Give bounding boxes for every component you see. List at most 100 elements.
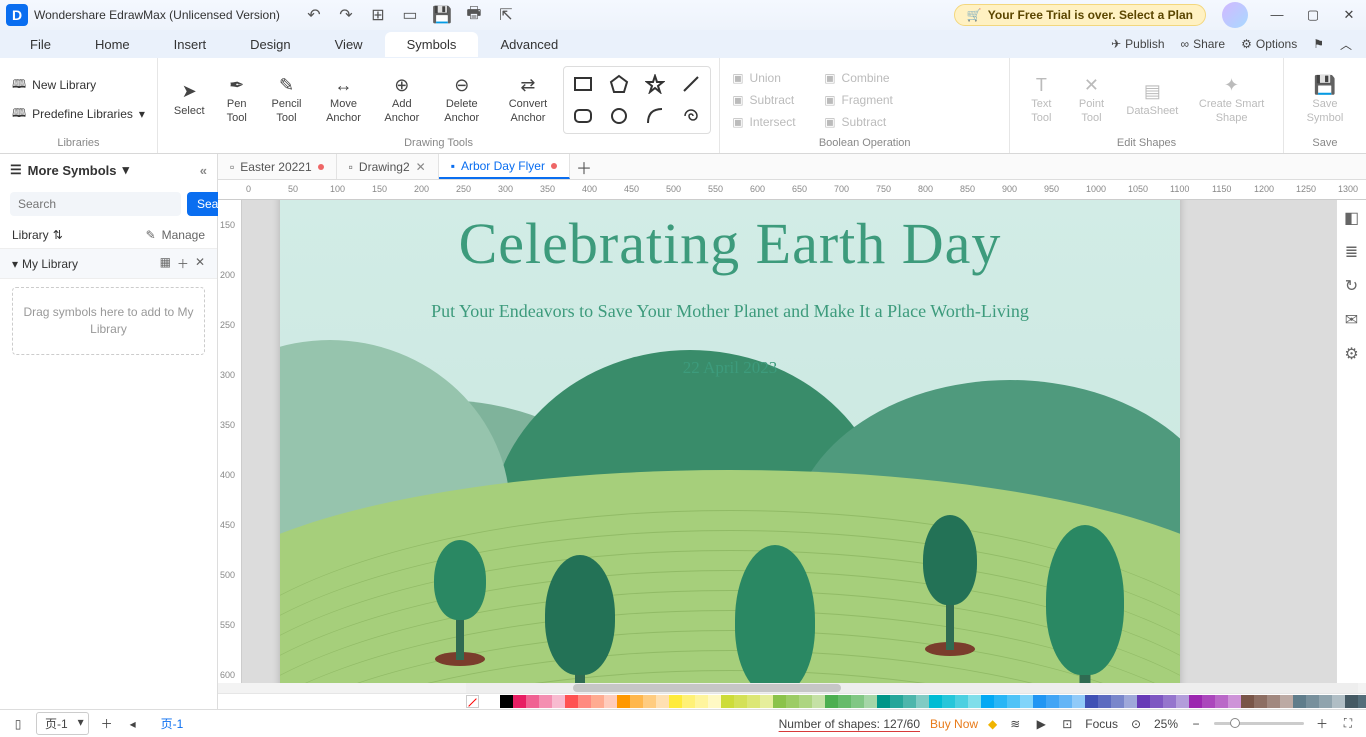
- edit-icon[interactable]: ✎: [146, 228, 156, 242]
- zoom-thumb[interactable]: [1230, 718, 1240, 728]
- page-selector[interactable]: 页-1 ▾: [36, 712, 89, 735]
- color-swatch[interactable]: [903, 695, 916, 708]
- delete-anchor-tool[interactable]: ⊖Delete Anchor: [431, 72, 493, 126]
- scrollbar-thumb[interactable]: [573, 684, 841, 692]
- color-swatch[interactable]: [916, 695, 929, 708]
- collapse-panel-button[interactable]: «: [200, 163, 207, 178]
- fullscreen-button[interactable]: ⛶: [1340, 716, 1356, 732]
- point-tool[interactable]: ✕Point Tool: [1067, 72, 1117, 126]
- color-swatch[interactable]: [487, 695, 500, 708]
- buy-now-link[interactable]: Buy Now: [930, 717, 978, 731]
- color-swatch[interactable]: [981, 695, 994, 708]
- color-swatch[interactable]: [864, 695, 877, 708]
- color-swatch[interactable]: [1124, 695, 1137, 708]
- color-swatch[interactable]: [1111, 695, 1124, 708]
- avatar-button[interactable]: [1222, 2, 1248, 28]
- publish-button[interactable]: ✈Publish: [1105, 37, 1170, 51]
- color-swatch[interactable]: [1215, 695, 1228, 708]
- color-swatch[interactable]: [1150, 695, 1163, 708]
- color-swatch[interactable]: [786, 695, 799, 708]
- maximize-button[interactable]: ▢: [1302, 7, 1324, 23]
- zoom-slider[interactable]: [1214, 722, 1304, 725]
- fit-button[interactable]: ⊙: [1128, 716, 1144, 732]
- layers-toggle[interactable]: ≋: [1007, 716, 1023, 732]
- horizontal-scrollbar[interactable]: [466, 683, 1358, 693]
- color-swatch[interactable]: [734, 695, 747, 708]
- color-swatch[interactable]: [825, 695, 838, 708]
- shape-circle[interactable]: [602, 101, 636, 131]
- color-swatch[interactable]: [1059, 695, 1072, 708]
- color-swatch[interactable]: [1085, 695, 1098, 708]
- menu-file[interactable]: File: [8, 32, 73, 57]
- select-tool[interactable]: ➤Select: [166, 79, 213, 120]
- move-anchor-tool[interactable]: ↔Move Anchor: [314, 72, 373, 126]
- color-swatch[interactable]: [500, 695, 513, 708]
- color-swatch[interactable]: [526, 695, 539, 708]
- color-swatch[interactable]: [630, 695, 643, 708]
- color-swatch[interactable]: [1306, 695, 1319, 708]
- color-swatch[interactable]: [877, 695, 890, 708]
- color-swatch[interactable]: [955, 695, 968, 708]
- sort-icon[interactable]: ⇅: [53, 228, 63, 242]
- minimize-button[interactable]: —: [1266, 7, 1288, 23]
- shape-line[interactable]: [674, 69, 708, 99]
- save-symbol-button[interactable]: 💾Save Symbol: [1292, 72, 1358, 126]
- intersect-button[interactable]: ▣Intersect: [728, 113, 818, 131]
- close-button[interactable]: ✕: [1338, 7, 1360, 23]
- color-swatch[interactable]: [1228, 695, 1241, 708]
- color-swatch[interactable]: [1202, 695, 1215, 708]
- text-tool[interactable]: TText Tool: [1018, 72, 1064, 126]
- color-swatch[interactable]: [1254, 695, 1267, 708]
- trial-banner[interactable]: 🛒 Your Free Trial is over. Select a Plan: [954, 4, 1206, 26]
- color-swatch[interactable]: [1267, 695, 1280, 708]
- color-swatch[interactable]: [604, 695, 617, 708]
- menu-symbols[interactable]: Symbols: [385, 32, 479, 57]
- color-swatch[interactable]: [1189, 695, 1202, 708]
- union-button[interactable]: ▣Union: [728, 69, 818, 87]
- shape-rect[interactable]: [566, 69, 600, 99]
- color-swatch[interactable]: [1345, 695, 1358, 708]
- menu-home[interactable]: Home: [73, 32, 152, 57]
- panel-header[interactable]: ☰ More Symbols ▾ «: [0, 154, 217, 186]
- color-swatch[interactable]: [1072, 695, 1085, 708]
- share-button[interactable]: ∞Share: [1175, 37, 1232, 51]
- color-swatch[interactable]: [617, 695, 630, 708]
- shape-star[interactable]: [638, 69, 672, 99]
- collapse-ribbon-button[interactable]: ︿: [1334, 36, 1358, 53]
- flyer-date[interactable]: 22 April 2023: [280, 358, 1180, 378]
- shape-roundrect[interactable]: [566, 101, 600, 131]
- focus-icon[interactable]: ⊡: [1059, 716, 1075, 732]
- shape-pentagon[interactable]: [602, 69, 636, 99]
- color-swatch[interactable]: [552, 695, 565, 708]
- color-swatch[interactable]: [565, 695, 578, 708]
- color-swatch[interactable]: [1241, 695, 1254, 708]
- add-page-button[interactable]: ＋: [99, 716, 115, 732]
- zoom-in-button[interactable]: ＋: [1314, 716, 1330, 732]
- settings-icon[interactable]: ⚙: [1344, 344, 1358, 364]
- color-swatch[interactable]: [890, 695, 903, 708]
- color-swatch[interactable]: [1319, 695, 1332, 708]
- print-button[interactable]: 🖶: [466, 7, 482, 23]
- predefine-libraries-button[interactable]: 🕮Predefine Libraries▾: [8, 102, 149, 127]
- zoom-out-button[interactable]: −: [1188, 716, 1204, 732]
- color-swatch[interactable]: [1163, 695, 1176, 708]
- color-swatch[interactable]: [773, 695, 786, 708]
- zoom-level[interactable]: 25%: [1154, 717, 1178, 731]
- new-button[interactable]: ⊞: [370, 7, 386, 23]
- color-swatch[interactable]: [838, 695, 851, 708]
- open-button[interactable]: ▭: [402, 7, 418, 23]
- color-swatch[interactable]: [708, 695, 721, 708]
- manage-button[interactable]: Manage: [162, 228, 205, 242]
- color-swatch[interactable]: [1007, 695, 1020, 708]
- color-swatch[interactable]: [968, 695, 981, 708]
- color-swatch[interactable]: [513, 695, 526, 708]
- menu-advanced[interactable]: Advanced: [478, 32, 580, 57]
- new-library-button[interactable]: 🕮New Library: [8, 73, 149, 98]
- export-button[interactable]: ⇱: [498, 7, 514, 23]
- search-input[interactable]: [10, 192, 181, 216]
- page[interactable]: Celebrating Earth Day Put Your Endeavors…: [280, 200, 1180, 683]
- color-swatch[interactable]: [695, 695, 708, 708]
- format-icon[interactable]: ◧: [1344, 208, 1359, 228]
- subtract2-button[interactable]: ▣Subtract: [820, 113, 910, 131]
- color-swatch[interactable]: [799, 695, 812, 708]
